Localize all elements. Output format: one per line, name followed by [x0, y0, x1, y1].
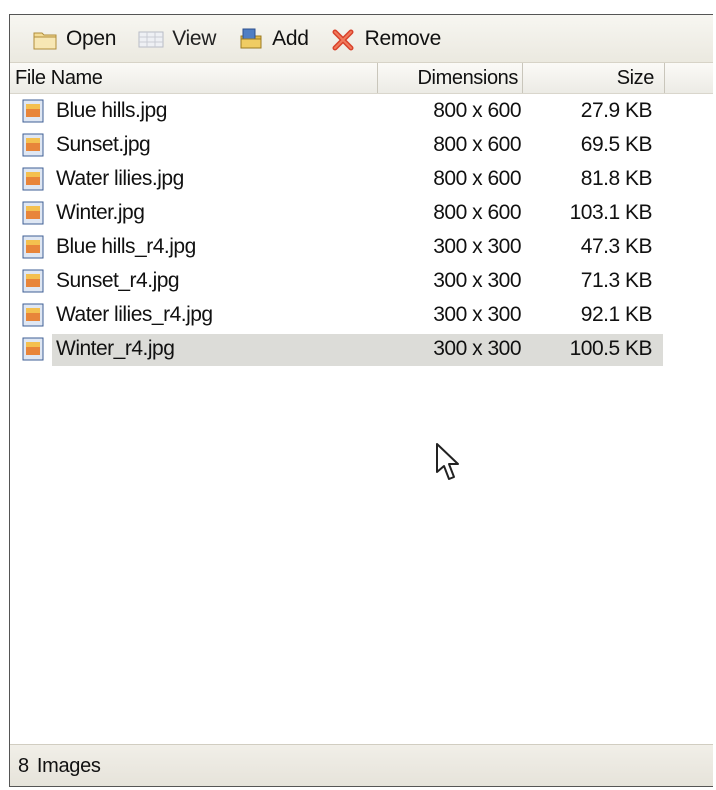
status-bar: 8 Images: [10, 744, 713, 786]
view-grid-icon: [138, 31, 164, 47]
file-name: Water lilies_r4.jpg: [56, 303, 213, 326]
add-button[interactable]: Add: [238, 23, 309, 55]
file-dimensions: 800 x 600: [433, 99, 521, 122]
file-name: Winter.jpg: [56, 201, 145, 224]
image-file-icon: [22, 303, 44, 327]
file-name: Winter_r4.jpg: [56, 337, 175, 360]
list-header: File Name Dimensions Size: [10, 63, 713, 94]
mouse-pointer-icon: [436, 443, 459, 480]
file-row[interactable]: Blue hills_r4.jpg 300 x 300 47.3 KB: [10, 230, 713, 264]
file-row[interactable]: Sunset.jpg 800 x 600 69.5 KB: [10, 128, 713, 162]
file-row[interactable]: Sunset_r4.jpg 300 x 300 71.3 KB: [10, 264, 713, 298]
file-dimensions: 300 x 300: [433, 269, 521, 292]
view-label: View: [172, 26, 217, 50]
file-name: Blue hills.jpg: [56, 99, 167, 122]
image-count: 8: [18, 755, 29, 777]
image-file-icon: [22, 99, 44, 123]
file-size: 100.5 KB: [569, 337, 653, 360]
file-dimensions: 800 x 600: [433, 201, 521, 224]
remove-x-icon: [332, 29, 354, 50]
image-file-icon: [22, 201, 44, 225]
open-label: Open: [66, 26, 117, 50]
file-row[interactable]: Water lilies_r4.jpg 300 x 300 92.1 KB: [10, 298, 713, 332]
file-dimensions: 300 x 300: [433, 337, 521, 360]
file-row[interactable]: Winter.jpg 800 x 600 103.1 KB: [10, 196, 713, 230]
file-name: Water lilies.jpg: [56, 167, 184, 190]
add-label: Add: [272, 26, 309, 50]
remove-button[interactable]: Remove: [331, 23, 441, 55]
file-name: Sunset.jpg: [56, 133, 151, 156]
file-size: 47.3 KB: [580, 235, 653, 258]
file-list: Blue hills.jpg 800 x 600 27.9 KB Sunset.…: [10, 94, 713, 366]
image-file-icon: [22, 337, 44, 361]
view-button[interactable]: View: [138, 23, 216, 55]
file-dimensions: 800 x 600: [433, 133, 521, 156]
image-file-icon: [22, 235, 44, 259]
image-file-icon: [22, 269, 44, 293]
toolbar: Open View Add Remove: [10, 15, 713, 63]
file-name: Blue hills_r4.jpg: [56, 235, 196, 258]
file-row[interactable]: Water lilies.jpg 800 x 600 81.8 KB: [10, 162, 713, 196]
remove-label: Remove: [364, 26, 442, 50]
file-size: 69.5 KB: [580, 133, 653, 156]
file-size: 103.1 KB: [569, 201, 653, 224]
add-folder-icon: [240, 28, 262, 48]
file-row[interactable]: Blue hills.jpg 800 x 600 27.9 KB: [10, 94, 713, 128]
file-name: Sunset_r4.jpg: [56, 269, 180, 292]
file-size: 81.8 KB: [580, 167, 653, 190]
file-dimensions: 300 x 300: [433, 235, 521, 258]
folder-open-icon: [33, 32, 57, 49]
file-row-selected[interactable]: Winter_r4.jpg 300 x 300 100.5 KB: [10, 332, 713, 366]
file-size: 27.9 KB: [580, 99, 653, 122]
image-file-icon: [22, 167, 44, 191]
column-header-size[interactable]: Size: [523, 63, 665, 93]
column-header-dimensions[interactable]: Dimensions: [378, 63, 523, 93]
file-dimensions: 800 x 600: [433, 167, 521, 190]
image-file-icon: [22, 133, 44, 157]
column-header-file-name[interactable]: File Name: [10, 63, 378, 93]
open-button[interactable]: Open: [32, 23, 116, 55]
file-size: 71.3 KB: [580, 269, 653, 292]
image-list-window: Open View Add Remove File Name Dimension…: [9, 14, 713, 787]
file-dimensions: 300 x 300: [433, 303, 521, 326]
file-size: 92.1 KB: [580, 303, 653, 326]
image-count-label: Images: [36, 755, 101, 777]
